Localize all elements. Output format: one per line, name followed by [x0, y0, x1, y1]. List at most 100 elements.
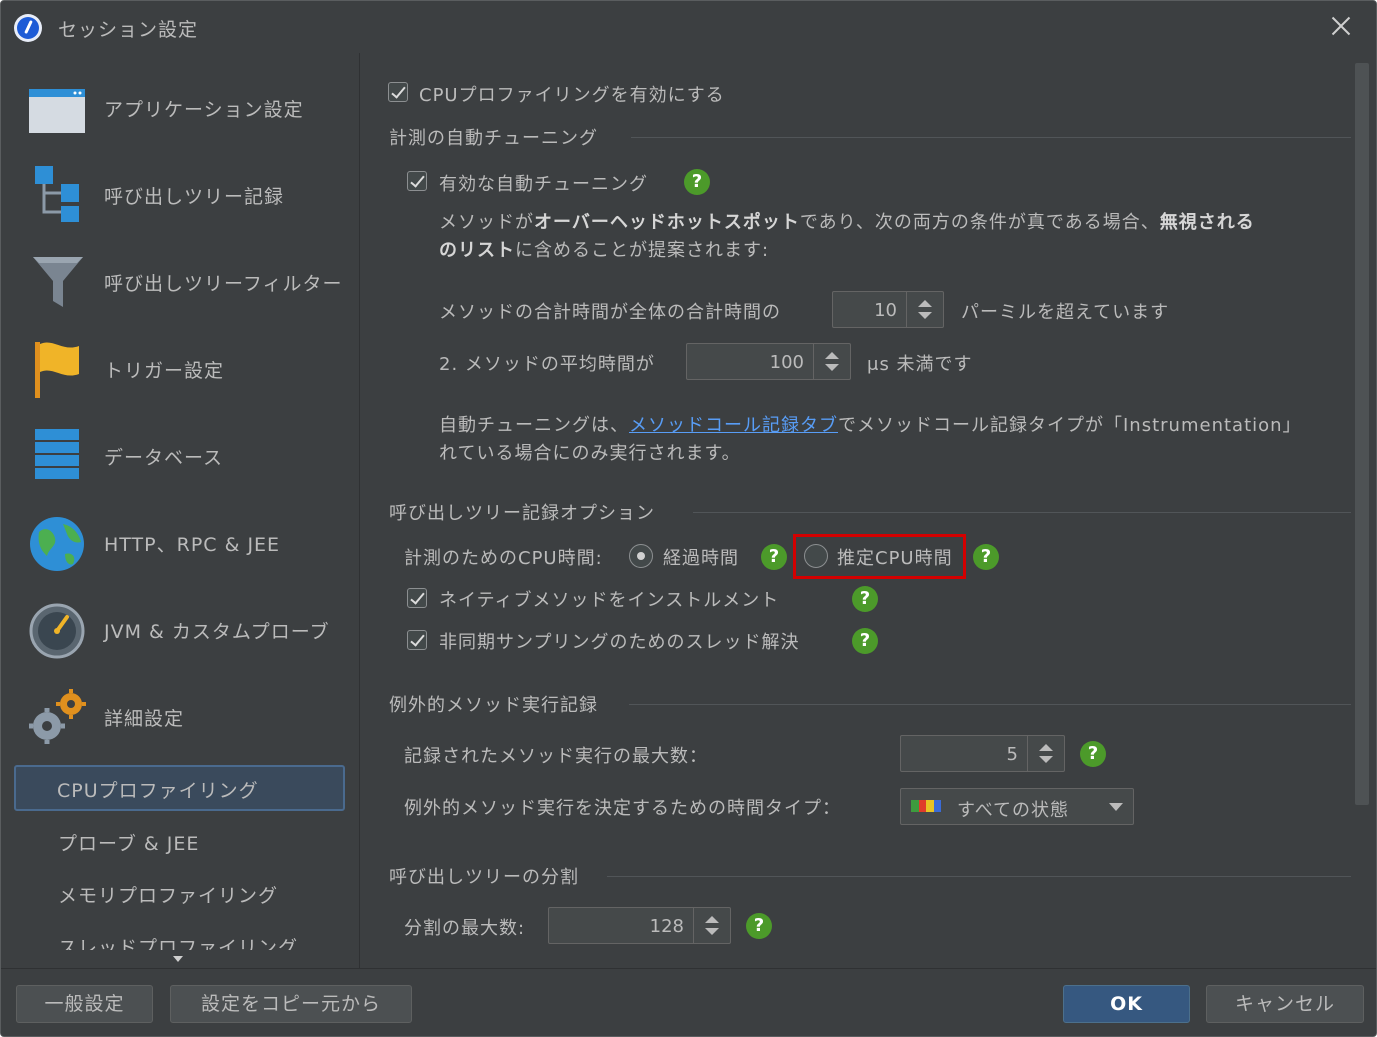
- spinner-up-icon[interactable]: [918, 300, 932, 307]
- scrollbar-thumb[interactable]: [1355, 63, 1369, 805]
- sidebar-label: 呼び出しツリー記録: [104, 186, 285, 208]
- time-type-selected-value: すべての状態: [957, 800, 1070, 821]
- instrument-native-methods-checkbox[interactable]: [407, 588, 427, 608]
- desc-bold-text: のリスト: [439, 240, 515, 261]
- condition1-prefix: メソッドの合計時間が全体の合計時間の: [439, 302, 781, 323]
- sidebar-subitem-label: プローブ & JEE: [58, 833, 200, 855]
- max-splits-spinner[interactable]: 128: [548, 907, 731, 944]
- spinner-arrows[interactable]: [906, 292, 943, 327]
- spinner-up-icon[interactable]: [705, 916, 719, 923]
- help-icon[interactable]: ?: [684, 169, 710, 195]
- auto-tuning-section-title: 計測の自動チューニング: [389, 128, 598, 149]
- sidebar-item-databases[interactable]: データベース: [1, 415, 359, 501]
- sidebar-label: データベース: [104, 447, 224, 469]
- enable-cpu-profiling-label: CPUプロファイリングを有効にする: [419, 85, 725, 106]
- desc-text: メソッドが: [439, 212, 534, 233]
- spinner-value: 10: [874, 300, 897, 321]
- gears-icon: [29, 689, 86, 744]
- help-icon[interactable]: ?: [1080, 741, 1106, 767]
- close-icon[interactable]: [1326, 11, 1356, 41]
- globe-icon: [30, 517, 84, 571]
- condition2-prefix: 2. メソッドの平均時間が: [439, 354, 655, 375]
- application-window-icon: [29, 89, 85, 133]
- spinner-down-icon[interactable]: [1039, 756, 1053, 763]
- sidebar-label: HTTP、RPC & JEE: [104, 534, 281, 556]
- spinner-value: 100: [769, 352, 804, 373]
- app-logo-icon: [14, 14, 42, 42]
- sidebar-item-call-tree-filters[interactable]: 呼び出しツリーフィルター: [1, 241, 359, 327]
- average-time-spinner[interactable]: 100: [686, 343, 851, 380]
- sidebar-label: 詳細設定: [104, 708, 185, 730]
- auto-tuning-enabled-label: 有効な自動チューニング: [439, 174, 648, 195]
- auto-tuning-description-line2: のリストに含めることが提案されます:: [439, 236, 769, 262]
- instrument-native-methods-label: ネイティブメソッドをインストルメント: [439, 590, 780, 611]
- scroll-down-icon[interactable]: [173, 956, 183, 962]
- spinner-value: 5: [1006, 744, 1018, 765]
- separator: [629, 704, 1351, 705]
- note-text: 自動チューニングは、: [439, 415, 629, 436]
- ok-button[interactable]: OK: [1063, 985, 1190, 1023]
- separator: [607, 876, 1351, 877]
- auto-tuning-description-line1: メソッドがオーバーヘッドホットスポットであり、次の両方の条件が真である場合、無視…: [439, 208, 1255, 234]
- sidebar-subitem-thread-profiling[interactable]: スレッドプロファイリング: [14, 922, 345, 950]
- sidebar-item-advanced-settings[interactable]: 詳細設定: [1, 676, 359, 762]
- sidebar-subitem-label: メモリプロファイリング: [58, 885, 279, 907]
- max-recorded-executions-label: 記録されたメソッド実行の最大数：: [404, 746, 708, 767]
- condition2-suffix: μs 未満です: [867, 354, 973, 375]
- copy-settings-button[interactable]: 設定をコピー元から: [170, 985, 412, 1023]
- spinner-up-icon[interactable]: [1039, 744, 1053, 751]
- sidebar-label: 呼び出しツリーフィルター: [104, 273, 343, 295]
- window-title: セッション設定: [58, 19, 199, 41]
- spinner-arrows[interactable]: [813, 344, 850, 379]
- general-settings-button[interactable]: 一般設定: [16, 985, 153, 1023]
- session-settings-dialog: セッション設定 アプリケーション設定 呼び出しツリー記録 呼び出しツリーフィルタ…: [0, 0, 1377, 1037]
- spinner-value: 128: [649, 916, 684, 937]
- sidebar-item-trigger-settings[interactable]: トリガー設定: [1, 328, 359, 414]
- gauge-icon: [29, 603, 85, 659]
- sidebar-item-application-settings[interactable]: アプリケーション設定: [1, 67, 359, 153]
- elapsed-time-radio[interactable]: [629, 544, 653, 568]
- desc-text: であり、次の両方の条件が真である場合、: [799, 212, 1160, 233]
- separator: [693, 512, 1351, 513]
- settings-sidebar: アプリケーション設定 呼び出しツリー記録 呼び出しツリーフィルター トリガー設定…: [1, 53, 360, 968]
- time-type-dropdown[interactable]: すべての状態: [900, 788, 1134, 825]
- sidebar-item-call-tree-recording[interactable]: 呼び出しツリー記録: [1, 154, 359, 240]
- spinner-down-icon[interactable]: [705, 928, 719, 935]
- time-type-label: 例外的メソッド実行を決定するための時間タイプ：: [404, 798, 841, 819]
- auto-tuning-note-line2: れている場合にのみ実行されます。: [439, 443, 741, 464]
- method-call-recording-tab-link[interactable]: メソッドコール記録タブ: [629, 415, 838, 436]
- sidebar-subitem-cpu-profiling[interactable]: CPUプロファイリング: [14, 765, 345, 811]
- desc-bold-text: オーバーヘッドホットスポット: [534, 212, 800, 233]
- help-icon[interactable]: ?: [761, 544, 787, 570]
- desc-bold-text: 無視される: [1159, 212, 1255, 233]
- spinner-up-icon[interactable]: [825, 352, 839, 359]
- sidebar-subitem-probes-jee[interactable]: プローブ & JEE: [14, 818, 345, 864]
- help-icon[interactable]: ?: [852, 628, 878, 654]
- spinner-down-icon[interactable]: [825, 364, 839, 371]
- sidebar-label: アプリケーション設定: [104, 99, 304, 121]
- spinner-down-icon[interactable]: [918, 312, 932, 319]
- auto-tuning-enabled-checkbox[interactable]: [407, 171, 427, 191]
- sidebar-item-http-rpc-jee[interactable]: HTTP、RPC & JEE: [1, 502, 359, 588]
- enable-cpu-profiling-checkbox[interactable]: [388, 82, 408, 102]
- spinner-arrows[interactable]: [693, 908, 730, 943]
- auto-tuning-note-line1: 自動チューニングは、メソッドコール記録タブでメソッドコール記録タイプが「Inst…: [439, 411, 1302, 437]
- sidebar-item-jvm-custom-probes[interactable]: JVM & カスタムプローブ: [1, 589, 359, 675]
- help-icon[interactable]: ?: [973, 544, 999, 570]
- spinner-arrows[interactable]: [1027, 736, 1064, 771]
- filter-funnel-icon: [33, 257, 83, 307]
- estimated-cpu-time-label: 推定CPU時間: [837, 548, 953, 569]
- cpu-time-label: 計測のためのCPU時間:: [404, 548, 603, 569]
- async-sampling-thread-resolution-checkbox[interactable]: [407, 630, 427, 650]
- exceptional-method-section-title: 例外的メソッド実行記録: [389, 695, 598, 716]
- chevron-down-icon: [1109, 803, 1123, 811]
- max-recorded-executions-spinner[interactable]: 5: [900, 735, 1065, 772]
- sidebar-subitem-memory-profiling[interactable]: メモリプロファイリング: [14, 870, 345, 916]
- help-icon[interactable]: ?: [852, 586, 878, 612]
- permille-threshold-spinner[interactable]: 10: [832, 291, 944, 328]
- estimated-cpu-time-radio[interactable]: [804, 544, 828, 568]
- condition1-suffix: パーミルを超えています: [961, 302, 1170, 323]
- elapsed-time-label: 経過時間: [663, 548, 739, 569]
- cancel-button[interactable]: キャンセル: [1206, 985, 1364, 1023]
- help-icon[interactable]: ?: [746, 913, 772, 939]
